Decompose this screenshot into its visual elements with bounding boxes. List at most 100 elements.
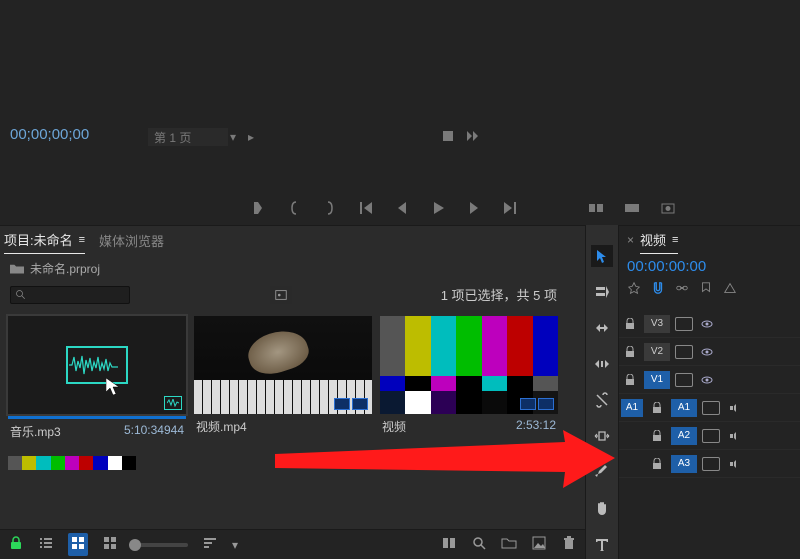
lock-icon[interactable]	[648, 428, 666, 444]
settings-icon[interactable]	[723, 281, 737, 298]
track-headers: V3 V2 V1 A1	[619, 310, 800, 478]
track-label[interactable]: V1	[644, 371, 670, 389]
panel-menu-icon[interactable]: ≡	[672, 234, 678, 246]
rate-stretch-tool[interactable]	[591, 353, 613, 375]
tab-media-browser[interactable]: 媒体浏览器	[99, 227, 164, 254]
clip-name: 音乐.mp3	[10, 423, 61, 440]
snap-icon[interactable]	[651, 281, 665, 298]
play-icon[interactable]	[430, 200, 446, 216]
audio-badge-icon	[352, 398, 368, 410]
automate-icon[interactable]	[441, 535, 457, 554]
play-small-icon[interactable]: ▸	[246, 130, 256, 144]
icon-view-icon[interactable]	[68, 533, 88, 556]
track-label[interactable]: V2	[644, 343, 670, 361]
lock-icon[interactable]	[621, 316, 639, 332]
eye-icon[interactable]	[698, 372, 716, 388]
track-v3[interactable]: V3	[619, 310, 800, 338]
pen-tool[interactable]	[591, 461, 613, 483]
lock-icon[interactable]	[8, 535, 24, 554]
mute-icon[interactable]	[725, 456, 743, 472]
export-frame-icon[interactable]	[660, 200, 676, 216]
goto-out-icon[interactable]	[502, 200, 518, 216]
lock-icon[interactable]	[621, 372, 639, 388]
chevron-down-icon[interactable]: ▾	[232, 538, 238, 552]
clip-video1[interactable]: 视频.mp4	[194, 316, 372, 444]
tab-project[interactable]: 项目:未命名≡	[4, 226, 85, 254]
selection-status: 1 项已选择，共 5 项	[441, 285, 575, 304]
eye-icon[interactable]	[698, 316, 716, 332]
selection-tool[interactable]	[591, 245, 613, 267]
trash-icon[interactable]	[561, 535, 577, 554]
track-select-tool[interactable]	[591, 281, 613, 303]
search-field[interactable]	[27, 287, 117, 302]
search-icon	[15, 289, 27, 301]
nest-icon[interactable]	[627, 281, 641, 298]
track-v1[interactable]: V1	[619, 366, 800, 394]
clip-duration: 2:53:12	[516, 418, 556, 435]
step-back-icon[interactable]	[394, 200, 410, 216]
eye-icon[interactable]	[698, 344, 716, 360]
find-icon[interactable]	[471, 535, 487, 554]
insert-icon[interactable]	[588, 200, 604, 216]
marker-add-icon[interactable]	[699, 281, 713, 298]
audio-badge-icon	[538, 398, 554, 410]
freeform-view-icon[interactable]	[102, 535, 118, 554]
panel-menu-icon[interactable]: ≡	[79, 234, 85, 246]
brace-close-icon[interactable]	[322, 200, 338, 216]
hand-tool[interactable]	[591, 497, 613, 519]
list-view-icon[interactable]	[38, 535, 54, 554]
new-bin-icon[interactable]	[501, 535, 517, 554]
razor-tool[interactable]	[591, 389, 613, 411]
goto-in-icon[interactable]	[358, 200, 374, 216]
slip-tool[interactable]	[591, 425, 613, 447]
audio-badge-icon	[164, 396, 182, 410]
step-fwd-icon[interactable]	[466, 200, 482, 216]
chevron-down-icon: ▾	[228, 130, 238, 144]
lock-icon[interactable]	[621, 344, 639, 360]
filter-bin-icon[interactable]	[270, 286, 292, 304]
marker-icon[interactable]	[440, 128, 456, 144]
type-tool[interactable]	[591, 533, 613, 555]
new-item-icon[interactable]	[531, 535, 547, 554]
track-label[interactable]: V3	[644, 315, 670, 333]
clip-audio[interactable]: 音乐.mp3 5:10:34944	[8, 316, 186, 444]
ripple-edit-tool[interactable]	[591, 317, 613, 339]
source-patch[interactable]: A1	[621, 399, 643, 417]
sync-lock-icon[interactable]	[702, 401, 720, 415]
lock-icon[interactable]	[648, 456, 666, 472]
brace-open-icon[interactable]	[286, 200, 302, 216]
sync-lock-icon[interactable]	[702, 429, 720, 443]
tab-sequence[interactable]: 视频≡	[640, 226, 678, 254]
track-label[interactable]: A2	[671, 427, 697, 445]
search-input[interactable]	[10, 286, 130, 304]
mark-in-icon[interactable]	[250, 200, 266, 216]
linked-icon[interactable]	[675, 281, 689, 298]
mute-icon[interactable]	[725, 400, 743, 416]
zoom-slider[interactable]	[132, 543, 188, 547]
clip-duration: 5:10:34944	[124, 423, 184, 440]
track-v2[interactable]: V2	[619, 338, 800, 366]
program-timecode[interactable]: 00;00;00;00	[10, 126, 89, 143]
track-a2[interactable]: A2	[619, 422, 800, 450]
clip-bars[interactable]: 视频 2:53:12	[380, 316, 558, 444]
track-a3[interactable]: A3	[619, 450, 800, 478]
track-label[interactable]: A3	[671, 455, 697, 473]
sync-lock-icon[interactable]	[675, 345, 693, 359]
step-forward-icon[interactable]	[464, 128, 480, 144]
spacer	[538, 200, 568, 216]
sync-lock-icon[interactable]	[675, 317, 693, 331]
sort-icon[interactable]	[202, 535, 218, 554]
close-icon[interactable]: ×	[627, 233, 634, 247]
timeline-timecode[interactable]: 00:00:00:00	[619, 254, 800, 279]
bin-grid: 音乐.mp3 5:10:34944 视频.mp4	[0, 306, 585, 454]
track-label[interactable]: A1	[671, 399, 697, 417]
overwrite-icon[interactable]	[624, 200, 640, 216]
cursor-icon	[106, 378, 122, 401]
mute-icon[interactable]	[725, 428, 743, 444]
track-a1[interactable]: A1 A1	[619, 394, 800, 422]
project-filename: 未命名.prproj	[30, 260, 100, 277]
sync-lock-icon[interactable]	[702, 457, 720, 471]
page-selector[interactable]: 第 1 页 ▾ ▸	[148, 128, 256, 146]
sync-lock-icon[interactable]	[675, 373, 693, 387]
lock-icon[interactable]	[648, 400, 666, 416]
